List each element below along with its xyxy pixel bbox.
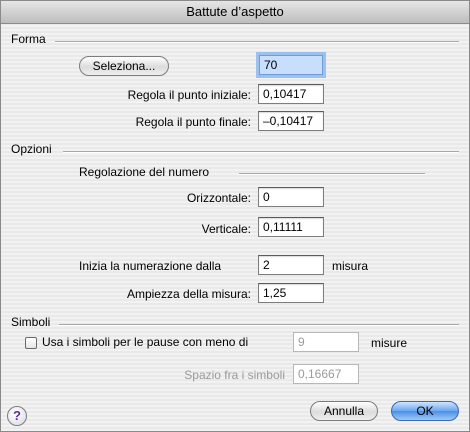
end-point-input[interactable]: –0,10417: [258, 111, 324, 131]
numbering-unit-label: misura: [332, 259, 369, 273]
window-title: Battute d’aspetto: [1, 1, 469, 24]
dialog-window: Battute d’aspetto Forma Seleziona... 70 …: [0, 0, 470, 432]
vertical-label: Verticale:: [201, 222, 251, 236]
numbering-start-input[interactable]: 2: [258, 255, 324, 275]
section-separator-simboli: [59, 324, 459, 326]
help-icon[interactable]: ?: [7, 406, 27, 426]
measure-width-label: Ampiezza della misura:: [126, 287, 251, 301]
use-rest-symbols-checkbox[interactable]: [25, 337, 37, 349]
symbol-spacing-label: Spazio fra i simboli: [184, 368, 285, 382]
start-point-input[interactable]: 0,10417: [258, 84, 324, 104]
subsection-separator: [239, 173, 425, 175]
section-separator-opzioni: [63, 151, 459, 153]
horizontal-label: Orizzontale:: [186, 191, 251, 205]
measure-width-input[interactable]: 1,25: [258, 283, 324, 303]
selection-value-input[interactable]: 70: [259, 55, 323, 75]
vertical-input[interactable]: 0,11111: [258, 217, 324, 237]
select-button[interactable]: Seleziona...: [79, 56, 169, 76]
numbering-start-label: Inizia la numerazione dalla: [79, 259, 222, 273]
ok-button[interactable]: OK: [391, 401, 459, 421]
section-label-simboli: Simboli: [11, 315, 51, 329]
section-separator-forma: [55, 41, 459, 43]
use-rest-symbols-label[interactable]: Usa i simboli per le pause con meno di: [42, 335, 248, 349]
section-label-forma: Forma: [11, 32, 46, 46]
horizontal-input[interactable]: 0: [258, 187, 324, 207]
rests-count-input[interactable]: 9: [293, 332, 359, 352]
end-point-label: Regola il punto finale:: [135, 115, 251, 129]
rests-unit-label: misure: [371, 336, 408, 350]
symbol-spacing-input[interactable]: 0,16667: [293, 364, 359, 384]
cancel-button[interactable]: Annulla: [310, 401, 378, 421]
subsection-label-number: Regolazione del numero: [79, 165, 210, 179]
section-label-opzioni: Opzioni: [11, 142, 52, 156]
start-point-label: Regola il punto iniziale:: [127, 88, 251, 102]
